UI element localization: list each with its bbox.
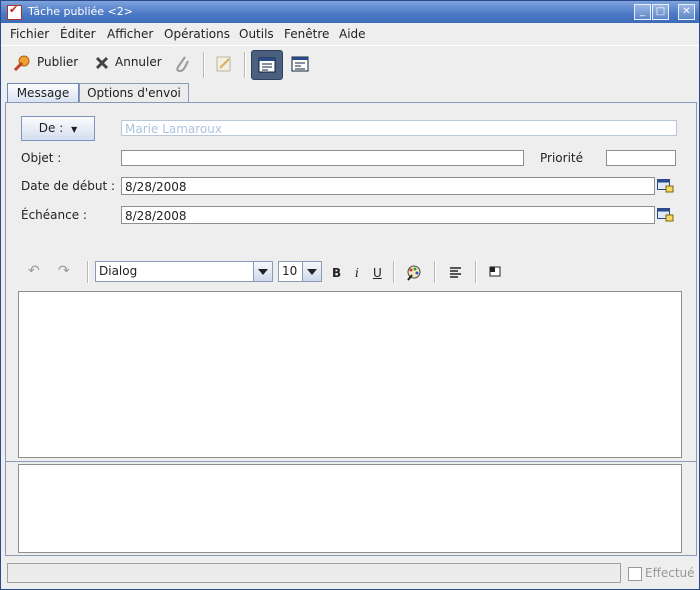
start-date-field[interactable]: 8/28/2008 <box>121 177 655 195</box>
align-left-icon[interactable] <box>449 266 463 280</box>
subject-label: Objet : <box>21 151 61 165</box>
color-palette-icon[interactable] <box>405 264 423 281</box>
menu-bar: Fichier Éditer Afficher Opérations Outil… <box>1 24 699 44</box>
task-app-icon <box>7 5 22 20</box>
window-title: Tâche publiée <2> <box>28 5 133 18</box>
subject-field[interactable] <box>121 150 524 166</box>
cancel-x-icon <box>94 55 110 71</box>
layout-icon <box>258 57 276 73</box>
close-button[interactable]: ✕ <box>678 4 695 20</box>
tab-send-options[interactable]: Options d'envoi <box>79 83 189 102</box>
calendar-picker-icon[interactable] <box>657 208 674 222</box>
toolbar-separator <box>244 52 246 78</box>
menu-aide[interactable]: Aide <box>339 27 366 41</box>
due-date-field[interactable]: 8/28/2008 <box>121 206 655 224</box>
font-family-value: Dialog <box>99 264 137 278</box>
publish-label: Publier <box>37 55 78 69</box>
attach-paperclip-icon[interactable] <box>173 54 191 74</box>
from-button[interactable]: De : ▼ <box>21 116 95 141</box>
dropdown-arrow-icon: ▼ <box>71 125 77 134</box>
menu-fichier[interactable]: Fichier <box>10 27 49 41</box>
format-separator <box>87 261 89 283</box>
from-button-label: De : <box>39 121 63 135</box>
notes-area[interactable] <box>18 464 682 553</box>
font-size-value: 10 <box>282 264 297 278</box>
menu-editer[interactable]: Éditer <box>60 27 96 41</box>
menu-operations[interactable]: Opérations <box>164 27 230 41</box>
publish-icon <box>13 54 31 72</box>
menu-outils[interactable]: Outils <box>239 27 274 41</box>
main-toolbar: Publier Annuler <box>1 45 699 82</box>
maximize-button[interactable]: □ <box>652 4 669 20</box>
font-size-select[interactable]: 10 <box>278 261 322 282</box>
bold-button[interactable]: B <box>332 266 341 280</box>
done-label: Effectué <box>645 566 695 580</box>
menu-afficher[interactable]: Afficher <box>107 27 153 41</box>
tab-message[interactable]: Message <box>7 83 79 102</box>
italic-button[interactable]: i <box>355 266 359 280</box>
message-panel: De : ▼ Marie Lamaroux Objet : Priorité D… <box>5 102 697 556</box>
status-bar <box>7 563 621 583</box>
publish-button[interactable]: Publier <box>11 50 83 76</box>
view-layout-2-icon[interactable] <box>291 56 309 72</box>
priority-label: Priorité <box>540 151 583 165</box>
cancel-label: Annuler <box>115 55 162 69</box>
chevron-down-icon <box>253 262 272 281</box>
edit-note-icon[interactable] <box>214 54 234 74</box>
done-checkbox[interactable] <box>628 567 642 581</box>
minimize-button[interactable]: _ <box>634 4 651 20</box>
view-layout-1-button[interactable] <box>251 50 283 80</box>
format-separator <box>475 261 477 283</box>
message-body-area[interactable] <box>18 291 682 458</box>
task-window: Tâche publiée <2> ᛹ _ □ ✕ Fichier Éditer… <box>0 0 700 590</box>
start-date-label: Date de début : <box>21 179 115 193</box>
font-family-select[interactable]: Dialog <box>95 261 273 282</box>
redo-icon[interactable]: ↷ <box>58 263 70 279</box>
undo-icon[interactable]: ↶ <box>28 263 40 279</box>
format-separator <box>434 261 436 283</box>
menu-fenetre[interactable]: Fenêtre <box>284 27 329 41</box>
due-date-label: Échéance : <box>21 208 87 222</box>
priority-field[interactable] <box>606 150 676 166</box>
from-field[interactable]: Marie Lamaroux <box>121 120 677 136</box>
insert-table-icon[interactable] <box>489 266 502 278</box>
toolbar-separator <box>203 52 205 78</box>
underline-button[interactable]: U <box>373 266 382 280</box>
title-bar[interactable]: Tâche publiée <2> ᛹ _ □ ✕ <box>1 1 699 23</box>
chevron-down-icon <box>302 262 321 281</box>
calendar-picker-icon[interactable] <box>657 179 674 193</box>
cancel-button[interactable]: Annuler <box>91 50 165 76</box>
format-separator <box>393 261 395 283</box>
split-divider[interactable] <box>6 461 696 462</box>
